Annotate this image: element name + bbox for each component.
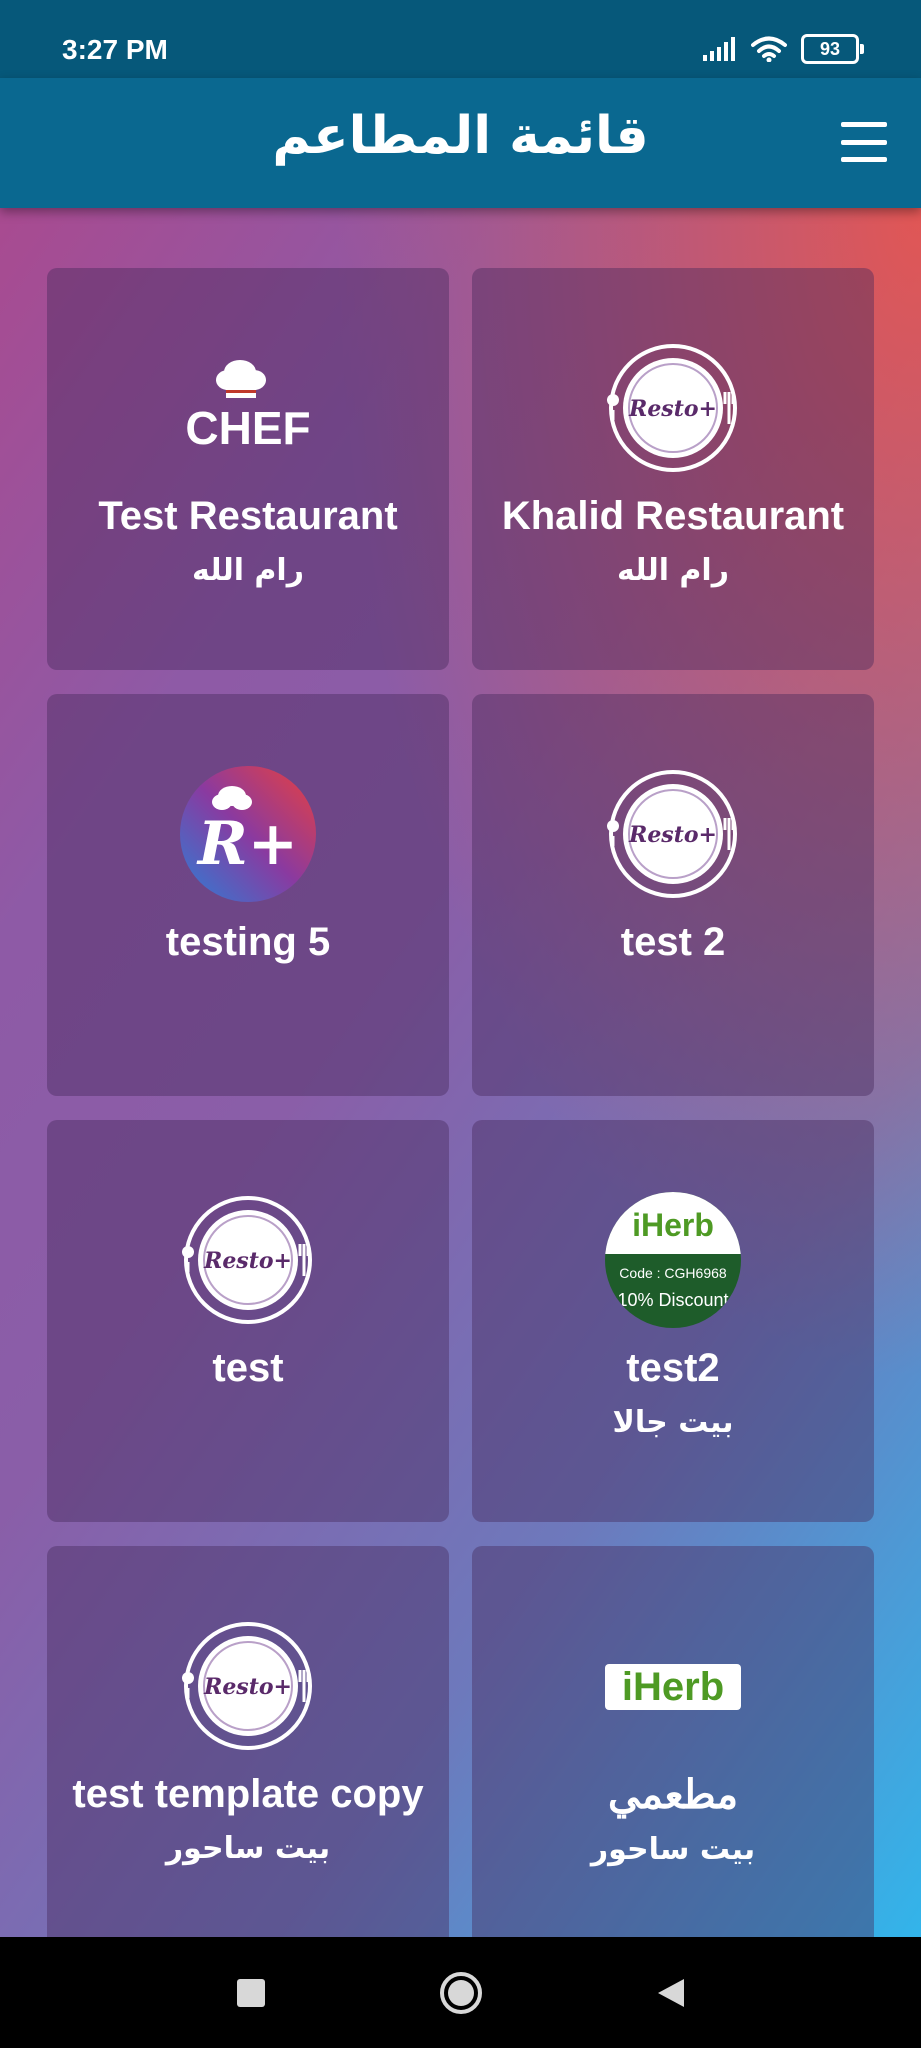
- svg-text:iHerb: iHerb: [622, 1665, 724, 1709]
- battery-icon: 93: [801, 34, 864, 64]
- status-icons: 93: [703, 34, 864, 64]
- restaurant-name: test 2: [620, 920, 726, 964]
- restaurant-city: بيت ساحور: [165, 1831, 331, 1866]
- status-bar: 3:27 PM 93: [0, 0, 921, 78]
- restaurant-card[interactable]: iHerb مطعمي بيت ساحور: [472, 1546, 874, 1948]
- restaurant-name: testing 5: [165, 920, 331, 964]
- recents-button[interactable]: [221, 1963, 281, 2023]
- chef-logo-icon: CHEF: [180, 340, 316, 476]
- signal-icon: [703, 37, 735, 61]
- menu-button[interactable]: [841, 122, 887, 162]
- svg-text:Resto+: Resto+: [628, 396, 717, 422]
- restaurant-card[interactable]: iHerb Code : CGH6968 10% Discount test2 …: [472, 1120, 874, 1522]
- svg-text:CHEF: CHEF: [185, 402, 310, 454]
- resto-plus-logo-icon: Resto+: [605, 340, 741, 476]
- svg-text:iHerb: iHerb: [632, 1207, 714, 1243]
- restaurant-card[interactable]: Resto+ test 2: [472, 694, 874, 1096]
- square-icon: [236, 1978, 265, 2007]
- wifi-icon: [751, 36, 787, 62]
- restaurant-card[interactable]: Resto+ Khalid Restaurant رام الله: [472, 268, 874, 670]
- restaurant-card[interactable]: CHEF Test Restaurant رام الله: [47, 268, 449, 670]
- restaurant-grid: CHEF Test Restaurant رام الله Resto+ Kha…: [47, 268, 874, 1948]
- restaurant-name: test template copy: [72, 1772, 424, 1816]
- resto-plus-logo-icon: Resto+: [180, 1192, 316, 1328]
- restaurant-card[interactable]: Resto+ test template copy بيت ساحور: [47, 1546, 449, 1948]
- svg-text:Resto+: Resto+: [203, 1248, 292, 1274]
- circle-icon: [439, 1971, 482, 2014]
- restaurant-city: رام الله: [617, 553, 729, 588]
- restaurant-city: بيت جالا: [612, 1405, 734, 1440]
- restaurant-name: test: [212, 1346, 284, 1390]
- svg-text:10% Discount: 10% Discount: [617, 1290, 728, 1310]
- restaurant-name: Khalid Restaurant: [501, 494, 845, 538]
- svg-text:Resto+: Resto+: [203, 1674, 292, 1700]
- restaurant-name: مطعمي: [608, 1773, 738, 1817]
- status-time: 3:27 PM: [62, 34, 168, 65]
- restaurant-name: Test Restaurant: [98, 494, 398, 538]
- resto-plus-logo-icon: Resto+: [605, 766, 741, 902]
- home-button[interactable]: [431, 1963, 491, 2023]
- iherb-discount-logo-icon: iHerb Code : CGH6968 10% Discount: [605, 1192, 741, 1328]
- screen: 3:27 PM 93 قائمة المطاعم CHEF Test Resta…: [0, 0, 921, 2048]
- hamburger-icon-bar: [841, 139, 887, 145]
- iherb-logo-icon: iHerb: [605, 1618, 741, 1754]
- restaurant-card[interactable]: Resto+ test: [47, 1120, 449, 1522]
- restaurant-card[interactable]: R+ testing 5: [47, 694, 449, 1096]
- resto-plus-logo-icon: Resto+: [180, 1618, 316, 1754]
- system-nav-bar: [0, 1937, 921, 2048]
- app-bar: قائمة المطاعم: [0, 78, 921, 208]
- restaurant-city: رام الله: [192, 553, 304, 588]
- restaurant-name: test2: [626, 1346, 720, 1390]
- svg-text:R+: R+: [196, 809, 298, 879]
- page-title: قائمة المطاعم: [272, 106, 649, 166]
- svg-text:Code : CGH6968: Code : CGH6968: [619, 1265, 727, 1281]
- hamburger-icon-bar: [841, 157, 887, 162]
- r-plus-logo-icon: R+: [180, 766, 316, 902]
- svg-text:Resto+: Resto+: [628, 822, 717, 848]
- back-button[interactable]: [641, 1963, 701, 2023]
- hamburger-icon-bar: [841, 122, 887, 127]
- triangle-back-icon: [657, 1978, 684, 2007]
- restaurant-city: بيت ساحور: [590, 1832, 756, 1867]
